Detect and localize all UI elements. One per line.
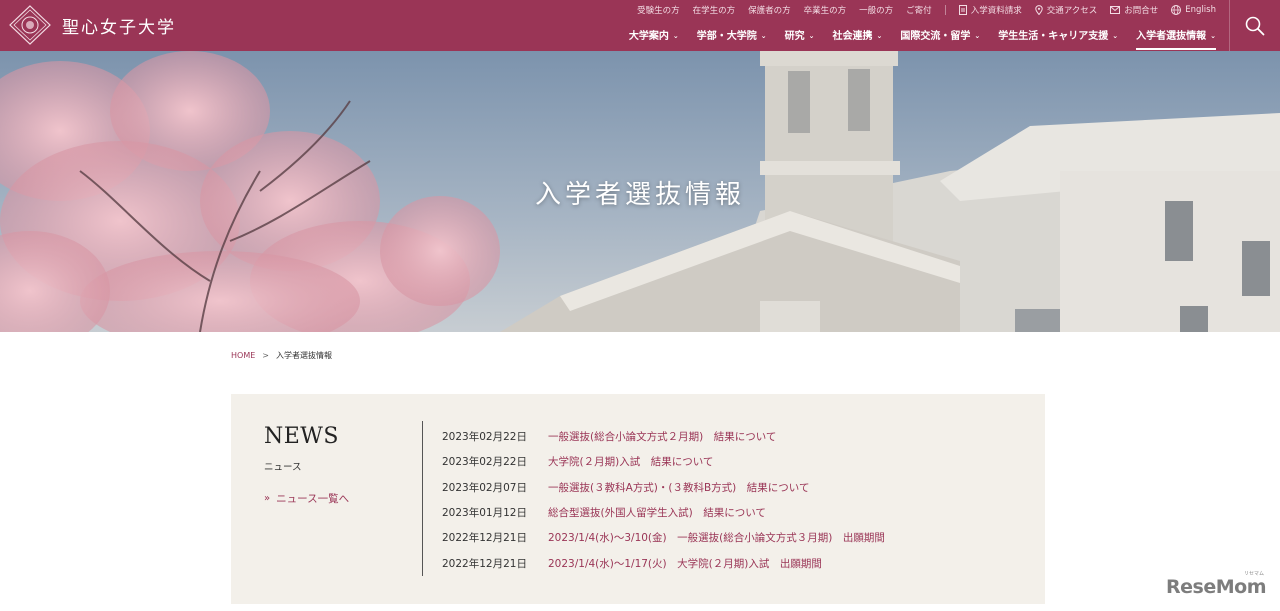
globe-icon <box>1171 5 1182 15</box>
nav-research[interactable]: 研究 ⌄ <box>785 27 815 42</box>
hero-title: 入学者選抜情報 <box>534 180 745 210</box>
util-link-students[interactable]: 在学生の方 <box>693 4 736 16</box>
document-icon <box>958 5 967 15</box>
nav-about[interactable]: 大学案内 ⌄ <box>629 27 679 42</box>
util-link-english[interactable]: English <box>1171 5 1216 15</box>
resemom-watermark-logo: ReseMom <box>1166 576 1266 598</box>
search-icon <box>1245 16 1265 35</box>
news-date: 2022年12月21日 <box>442 532 527 545</box>
logo-text: 聖心女子大学 <box>62 17 176 38</box>
site-header: 聖心女子大学 受験生の方 在学生の方 保護者の方 卒業生の方 一般の方 ご寄付 … <box>0 0 1280 51</box>
utility-nav: 受験生の方 在学生の方 保護者の方 卒業生の方 一般の方 ご寄付 入学資料請求 … <box>624 4 1216 16</box>
news-link[interactable]: 総合型選抜(外国人留学生入試) 結果について <box>548 505 766 520</box>
news-link[interactable]: 一般選抜(総合小論文方式２月期) 結果について <box>548 429 776 444</box>
main-nav: 大学案内 ⌄ 学部・大学院 ⌄ 研究 ⌄ 社会連携 ⌄ 国際交流・留学 ⌄ 学生生活・キャ… <box>611 27 1216 50</box>
map-pin-icon <box>1035 5 1043 15</box>
news-date: 2023年01月12日 <box>442 507 527 520</box>
util-link-donation[interactable]: ご寄付 <box>906 4 932 16</box>
util-link-applicants[interactable]: 受験生の方 <box>637 4 680 16</box>
util-link-public[interactable]: 一般の方 <box>859 4 893 16</box>
chevron-down-icon: ⌄ <box>808 31 815 40</box>
news-subtitle: ニュース <box>264 462 302 473</box>
breadcrumb-current: 入学者選抜情報 <box>275 351 332 360</box>
news-date: 2022年12月21日 <box>442 557 527 570</box>
news-link[interactable]: 一般選抜(３教科A方式)・(３教科B方式) 結果について <box>548 480 809 495</box>
nav-community[interactable]: 社会連携 ⌄ <box>833 27 883 42</box>
breadcrumb-home[interactable]: HOME <box>231 351 255 360</box>
util-link-parents[interactable]: 保護者の方 <box>748 4 791 16</box>
news-item: 2023年02月22日 一般選抜(総合小論文方式２月期) 結果について <box>442 424 885 449</box>
news-item: 2023年02月07日 一般選抜(３教科A方式)・(３教科B方式) 結果について <box>442 475 885 500</box>
site-logo[interactable]: 聖心女子大学 <box>6 4 176 46</box>
news-item: 2022年12月21日 2023/1/4(水)～1/17(火) 大学院(２月期)… <box>442 550 885 575</box>
search-button[interactable] <box>1229 0 1280 51</box>
news-item: 2022年12月21日 2023/1/4(水)～3/10(金) 一般選抜(総合小… <box>442 525 885 550</box>
util-link-access[interactable]: 交通アクセス <box>1035 4 1097 16</box>
news-divider <box>422 421 423 576</box>
nav-admissions[interactable]: 入学者選抜情報 ⌄ <box>1136 27 1216 50</box>
chevron-down-icon: ⌄ <box>974 31 981 40</box>
util-link-brochure[interactable]: 入学資料請求 <box>958 4 1022 16</box>
news-date: 2023年02月22日 <box>442 431 527 444</box>
news-title: NEWS <box>264 424 339 449</box>
hero-banner: 入学者選抜情報 <box>0 51 1280 332</box>
chevron-down-icon: ⌄ <box>1210 31 1216 40</box>
chevron-right-icon: > <box>262 351 269 360</box>
nav-faculties[interactable]: 学部・大学院 ⌄ <box>697 27 767 42</box>
news-list: 2023年02月22日 一般選抜(総合小論文方式２月期) 結果について 2023… <box>442 424 885 576</box>
news-item: 2023年01月12日 総合型選抜(外国人留学生入試) 結果について <box>442 500 885 525</box>
news-link[interactable]: 大学院(２月期)入試 結果について <box>548 454 713 469</box>
breadcrumb: HOME > 入学者選抜情報 <box>231 350 332 361</box>
chevron-down-icon: ⌄ <box>672 31 679 40</box>
news-date: 2023年02月22日 <box>442 456 527 469</box>
double-chevron-right-icon: » <box>264 493 271 504</box>
nav-international[interactable]: 国際交流・留学 ⌄ <box>900 27 980 42</box>
util-link-alumni[interactable]: 卒業生の方 <box>804 4 847 16</box>
news-all-link[interactable]: » ニュース一覧へ <box>264 491 349 506</box>
nav-student-life[interactable]: 学生生活・キャリア支援 ⌄ <box>998 27 1118 42</box>
news-item: 2023年02月22日 大学院(２月期)入試 結果について <box>442 449 885 474</box>
news-date: 2023年02月07日 <box>442 481 527 494</box>
chevron-down-icon: ⌄ <box>760 31 767 40</box>
util-link-contact[interactable]: お問合せ <box>1110 4 1158 16</box>
news-section: NEWS ニュース » ニュース一覧へ 2023年02月22日 一般選抜(総合小… <box>231 394 1045 604</box>
news-link[interactable]: 2023/1/4(水)～3/10(金) 一般選抜(総合小論文方式３月期) 出願期… <box>548 530 885 545</box>
chevron-down-icon: ⌄ <box>1112 31 1119 40</box>
chevron-down-icon: ⌄ <box>876 31 883 40</box>
news-link[interactable]: 2023/1/4(水)～1/17(火) 大学院(２月期)入試 出願期間 <box>548 556 822 571</box>
university-crest-icon <box>9 5 51 45</box>
mail-icon <box>1110 6 1121 14</box>
util-separator <box>944 5 946 15</box>
